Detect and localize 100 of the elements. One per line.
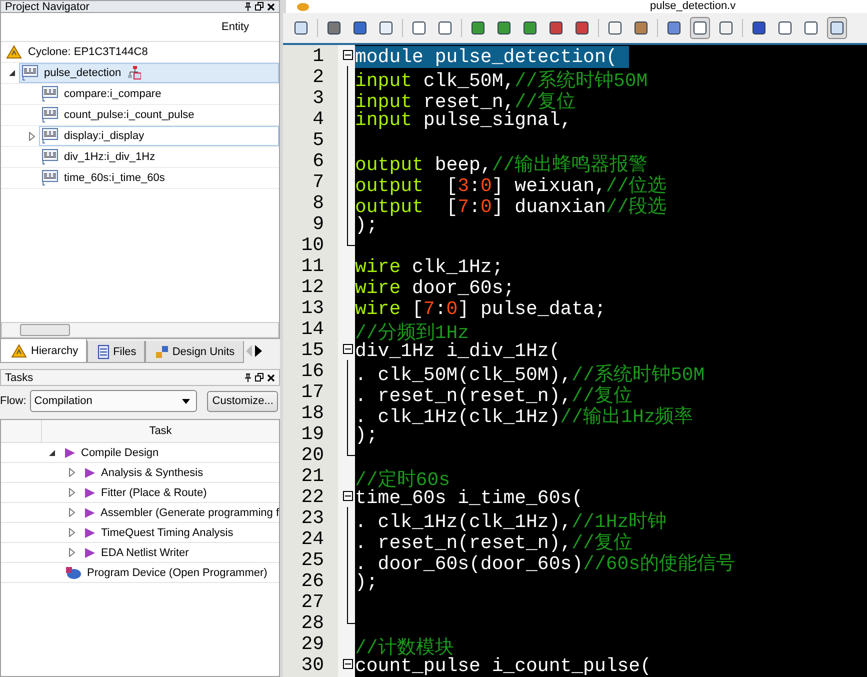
collapse-icon[interactable] [343, 50, 353, 60]
line-number: 24 [300, 528, 325, 549]
code-line: input clk_50M,//系统时钟50M [355, 70, 648, 92]
tab[interactable]: Hierarchy [0, 339, 88, 363]
line-number: 21 [300, 465, 325, 486]
code-line: ); [355, 214, 378, 236]
task-item[interactable]: TimeQuest Timing Analysis [101, 526, 234, 538]
code-editor[interactable] [283, 43, 867, 677]
line-number: 2 [312, 66, 325, 87]
play-icon[interactable] [84, 526, 96, 538]
line-number: 3 [312, 87, 325, 108]
line-number: 22 [300, 486, 325, 507]
hierarchy-icon [127, 66, 142, 80]
line-number: 7 [312, 171, 325, 192]
tab[interactable]: Files [87, 341, 146, 363]
close-icon[interactable] [267, 374, 275, 382]
tab[interactable]: Design Units [145, 341, 244, 363]
tree-item[interactable]: pulse_detection [19, 63, 279, 83]
line-number: 6 [312, 150, 325, 171]
collapse-icon[interactable] [9, 70, 15, 76]
code-line: wire door_60s; [355, 277, 515, 299]
close-icon[interactable] [267, 2, 275, 10]
tree-item[interactable]: display:i_display [39, 126, 279, 146]
expand-icon[interactable] [69, 468, 75, 477]
line-number: 16 [300, 360, 325, 381]
column-header[interactable]: Entity [221, 21, 249, 33]
code-line: ); [355, 571, 378, 593]
expand-icon[interactable] [69, 488, 75, 497]
scroll-right-icon[interactable] [254, 345, 262, 357]
pin-icon[interactable] [244, 2, 252, 11]
line-number: 10 [300, 234, 325, 255]
line-number: 11 [300, 255, 325, 276]
task-item[interactable]: Analysis & Synthesis [101, 466, 204, 478]
tree-item[interactable]: count_pulse:i_count_pulse [39, 105, 200, 125]
restore-icon[interactable] [255, 2, 264, 11]
collapse-icon[interactable] [49, 450, 55, 456]
entity-icon [42, 86, 58, 102]
task-item[interactable]: Fitter (Place & Route) [101, 486, 207, 498]
restore-icon[interactable] [255, 373, 264, 382]
line-number: 4 [312, 108, 325, 129]
line-number: 25 [300, 549, 325, 570]
line-number: 5 [312, 129, 325, 150]
play-icon[interactable] [84, 506, 96, 518]
programmer-icon[interactable] [64, 566, 82, 580]
play-icon[interactable] [84, 546, 96, 558]
flow-dropdown[interactable]: Compilation [30, 390, 198, 412]
tree-item[interactable]: time_60s:i_time_60s [39, 168, 170, 188]
warning-icon [6, 45, 22, 59]
code-line: . reset_n(reset_n),//复位 [355, 532, 632, 554]
entity-icon [42, 128, 58, 144]
tree-item[interactable]: div_1Hz:i_div_1Hz [39, 147, 160, 167]
line-number: 18 [300, 402, 325, 423]
code-line: div_1Hz i_div_1Hz( [355, 340, 560, 362]
code-line: wire clk_1Hz; [355, 256, 504, 278]
line-number: 29 [300, 633, 325, 654]
expand-icon[interactable] [69, 548, 75, 557]
entity-icon [42, 107, 58, 123]
tree-item[interactable]: compare:i_compare [39, 84, 166, 104]
code-line: . clk_50M(clk_50M),//系统时钟50M [355, 364, 705, 386]
task-item[interactable]: Compile Design [81, 446, 159, 458]
play-icon[interactable] [84, 486, 96, 498]
line-number: 19 [300, 423, 325, 444]
code-line: wire [7:0] pulse_data; [355, 298, 606, 320]
task-item[interactable]: EDA Netlist Writer [101, 546, 189, 558]
panel-title: Project Navigator [5, 2, 90, 12]
entity-icon [42, 170, 58, 186]
dropdown-arrow-icon[interactable] [182, 398, 190, 404]
collapse-icon[interactable] [343, 344, 353, 354]
line-number: 8 [312, 192, 325, 213]
line-number: 15 [300, 339, 325, 360]
code-line: ); [355, 424, 378, 446]
line-number: 30 [300, 654, 325, 675]
play-icon[interactable] [64, 446, 76, 458]
flow-label: Flow: [0, 395, 26, 407]
file-icon [98, 344, 110, 358]
device-label[interactable]: Cyclone: EP1C3T144C8 [28, 46, 148, 58]
pin-icon[interactable] [244, 373, 252, 382]
horizontal-scrollbar[interactable] [1, 322, 279, 338]
file-title: pulse_detection.v [650, 0, 736, 13]
line-number: 12 [300, 276, 325, 297]
line-number: 1 [312, 45, 325, 66]
task-item[interactable]: Assembler (Generate programming f [100, 506, 279, 518]
units-icon [156, 346, 168, 358]
expand-icon[interactable] [29, 132, 35, 140]
task-item[interactable]: Program Device (Open Programmer) [87, 566, 268, 578]
entity-icon [42, 149, 58, 165]
panel-title: Tasks [5, 372, 34, 384]
entity-icon [22, 65, 38, 81]
collapse-icon[interactable] [343, 659, 353, 669]
play-icon[interactable] [84, 466, 96, 478]
line-number: 9 [312, 213, 325, 234]
line-number: 27 [300, 591, 325, 612]
code-line: . clk_1Hz(clk_1Hz),//1Hz时钟 [355, 511, 667, 533]
collapse-icon[interactable] [343, 491, 353, 501]
line-number: 13 [300, 297, 325, 318]
customize-button[interactable]: Customize... [207, 390, 278, 412]
expand-icon[interactable] [69, 528, 75, 537]
line-number: 17 [300, 381, 325, 402]
line-number: 28 [300, 612, 325, 633]
expand-icon[interactable] [68, 508, 75, 517]
